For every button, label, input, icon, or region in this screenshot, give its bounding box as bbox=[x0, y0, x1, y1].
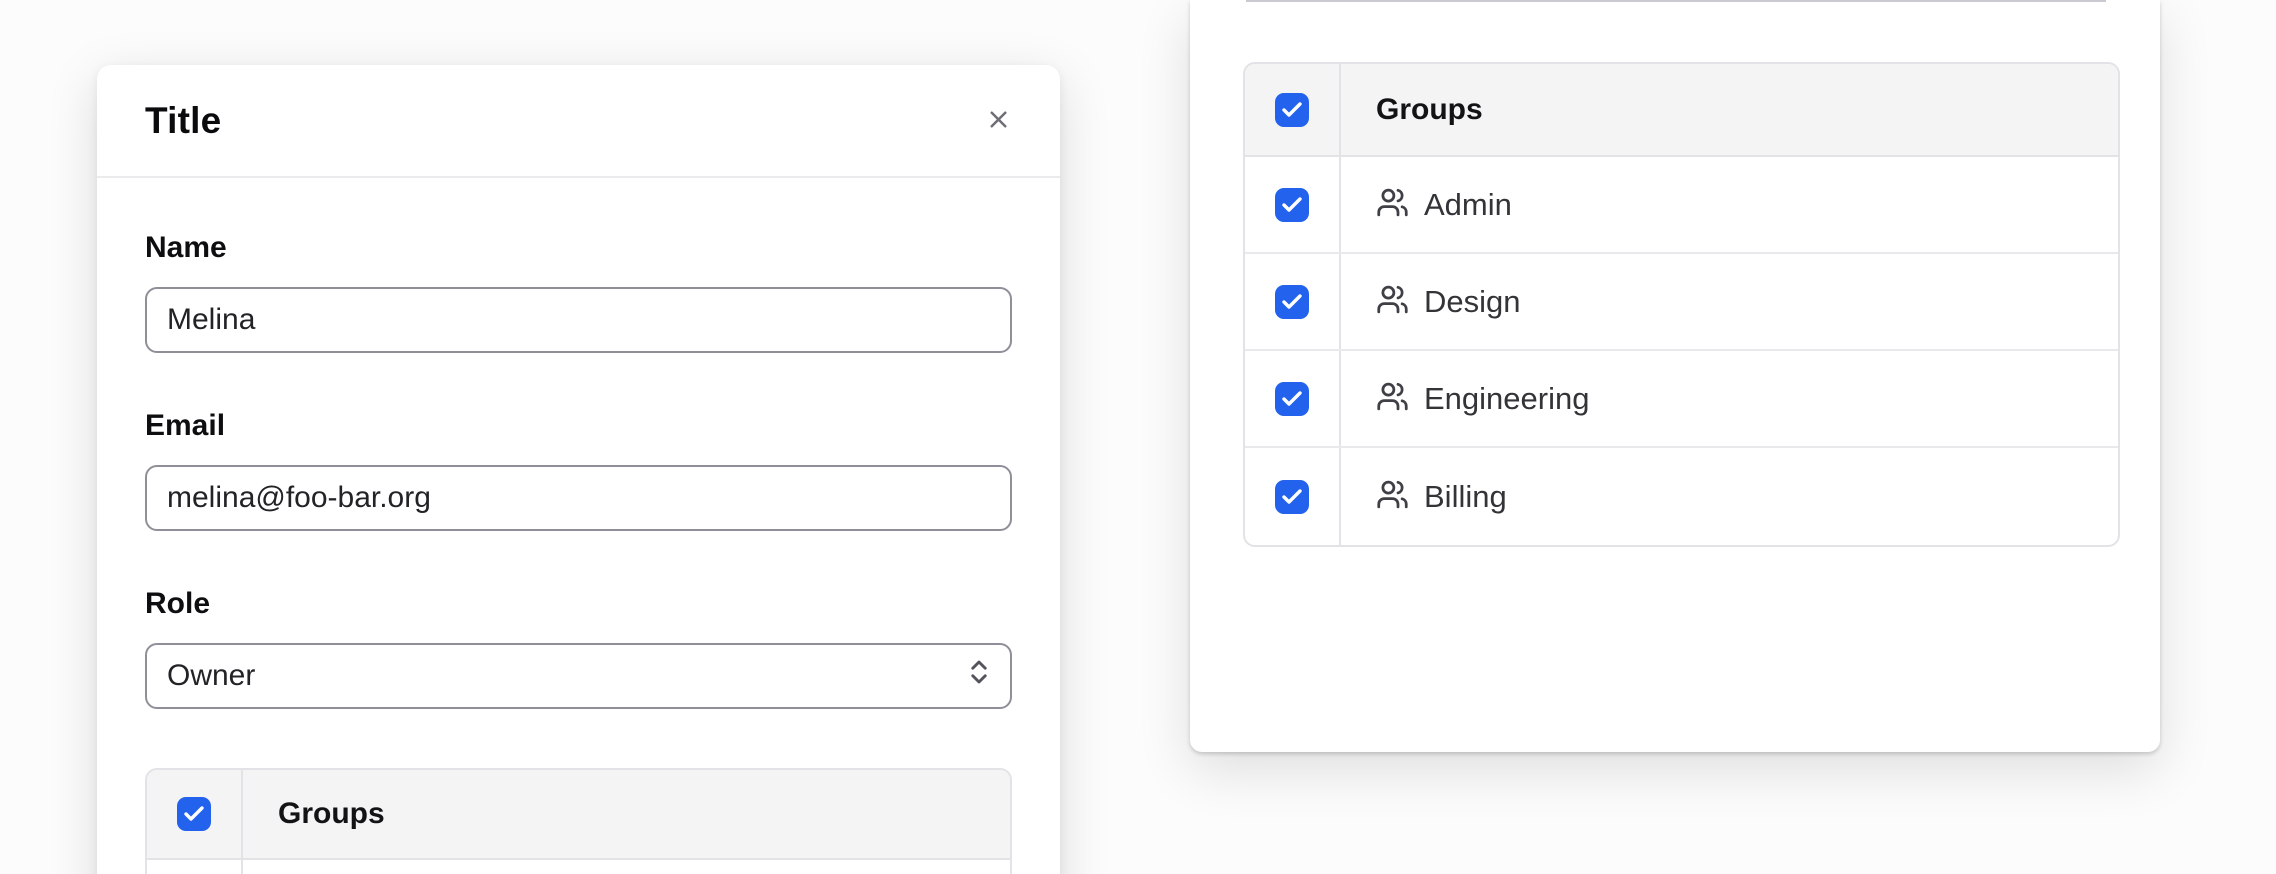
check-icon bbox=[1280, 98, 1304, 122]
select-all-cell bbox=[147, 770, 243, 858]
row-label-cell: Design bbox=[1341, 254, 2118, 349]
clipped-field-border bbox=[1246, 0, 2106, 2]
close-button[interactable] bbox=[974, 97, 1022, 145]
row-checkbox[interactable] bbox=[1275, 382, 1309, 416]
dialog-groups-table: Groups bbox=[145, 768, 1012, 874]
users-icon bbox=[1376, 283, 1409, 321]
groups-table-header-row: Groups bbox=[1245, 64, 2118, 157]
dialog-title: Title bbox=[145, 100, 221, 142]
groups-table: Groups Admin bbox=[1243, 62, 2120, 547]
groups-header-cell: Groups bbox=[1341, 64, 2118, 155]
role-select[interactable]: Owner bbox=[145, 643, 1012, 709]
email-field: Email bbox=[145, 409, 1012, 531]
row-checkbox[interactable] bbox=[1275, 285, 1309, 319]
select-all-checkbox[interactable] bbox=[177, 797, 211, 831]
groups-table-header-row: Groups bbox=[147, 770, 1010, 860]
group-name: Billing bbox=[1424, 479, 1507, 515]
close-icon bbox=[985, 106, 1012, 136]
row-label-cell: Engineering bbox=[1341, 351, 2118, 446]
check-icon bbox=[1280, 193, 1304, 217]
edit-user-dialog: Title Name Email Role Owner bbox=[97, 65, 1060, 874]
table-row-engineering: Engineering bbox=[1245, 351, 2118, 448]
row-label-cell bbox=[243, 860, 1010, 874]
table-row-billing: Billing bbox=[1245, 448, 2118, 545]
email-label: Email bbox=[145, 409, 1012, 443]
chevrons-up-down-icon bbox=[964, 657, 994, 695]
table-row-admin: Admin bbox=[1245, 157, 2118, 254]
users-icon bbox=[1376, 478, 1409, 516]
email-input[interactable] bbox=[145, 465, 1012, 531]
row-label-cell: Billing bbox=[1341, 448, 2118, 545]
table-row bbox=[147, 860, 1010, 874]
select-all-cell bbox=[1245, 64, 1341, 155]
group-name: Admin bbox=[1424, 187, 1512, 223]
users-icon bbox=[1376, 186, 1409, 224]
name-input[interactable] bbox=[145, 287, 1012, 353]
table-row-design: Design bbox=[1245, 254, 2118, 351]
row-checkbox-cell bbox=[1245, 254, 1341, 349]
row-checkbox[interactable] bbox=[1275, 188, 1309, 222]
role-field: Role Owner bbox=[145, 587, 1012, 709]
row-checkbox-cell bbox=[147, 860, 243, 874]
row-label-cell: Admin bbox=[1341, 157, 2118, 252]
role-select-value: Owner bbox=[167, 659, 255, 693]
dialog-header: Title bbox=[97, 65, 1060, 178]
row-checkbox-cell bbox=[1245, 351, 1341, 446]
groups-header-cell: Groups bbox=[243, 770, 1010, 858]
check-icon bbox=[182, 802, 206, 826]
group-name: Design bbox=[1424, 284, 1521, 320]
row-checkbox[interactable] bbox=[1275, 480, 1309, 514]
row-checkbox-cell bbox=[1245, 448, 1341, 545]
role-label: Role bbox=[145, 587, 1012, 621]
groups-header-label: Groups bbox=[278, 797, 385, 831]
check-icon bbox=[1280, 290, 1304, 314]
row-checkbox-cell bbox=[1245, 157, 1341, 252]
name-field: Name bbox=[145, 231, 1012, 353]
check-icon bbox=[1280, 485, 1304, 509]
groups-header-label: Groups bbox=[1376, 93, 1483, 127]
name-label: Name bbox=[145, 231, 1012, 265]
groups-panel: Groups Admin bbox=[1190, 0, 2160, 752]
group-name: Engineering bbox=[1424, 381, 1589, 417]
select-all-checkbox[interactable] bbox=[1275, 93, 1309, 127]
users-icon bbox=[1376, 380, 1409, 418]
dialog-body: Name Email Role Owner bbox=[97, 178, 1060, 874]
check-icon bbox=[1280, 387, 1304, 411]
